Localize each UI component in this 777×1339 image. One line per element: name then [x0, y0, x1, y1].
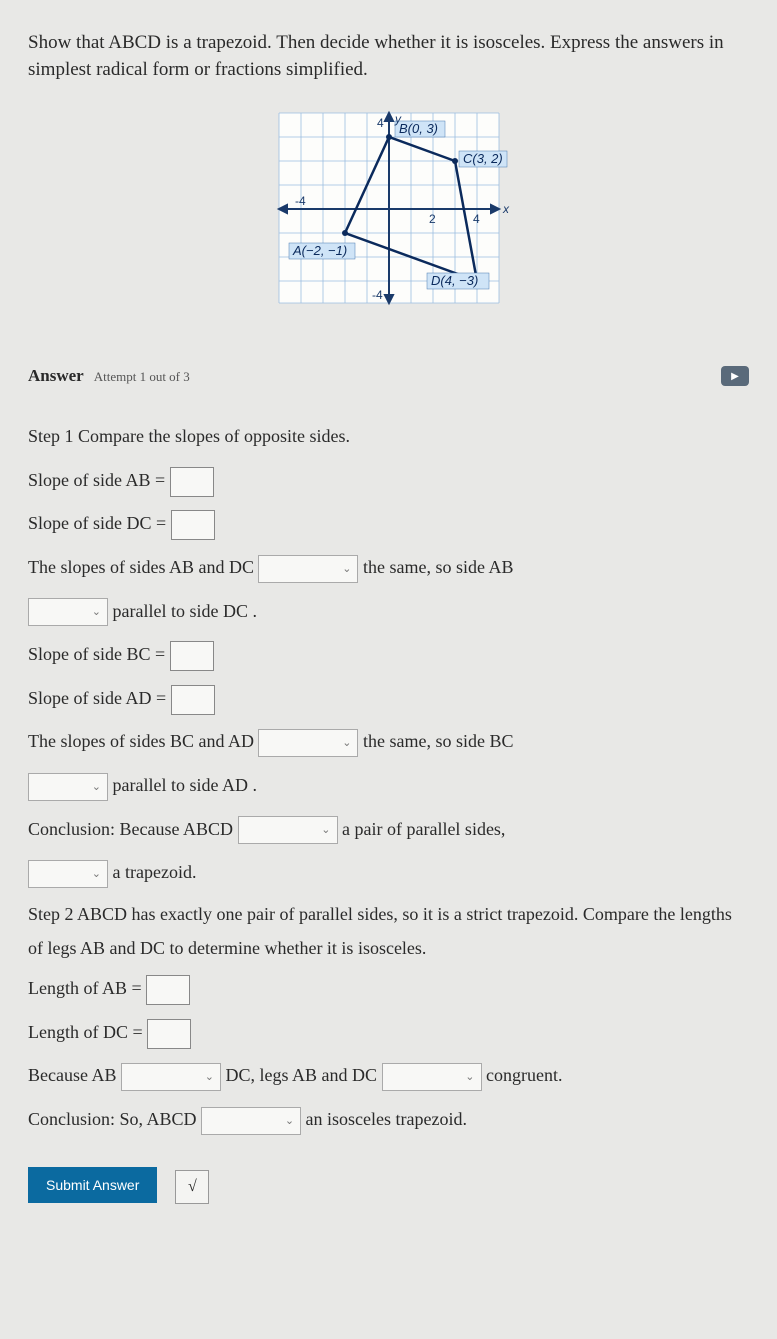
slope-ad-input[interactable]	[171, 685, 215, 715]
because-post: congruent.	[486, 1065, 562, 1085]
coordinate-graph: B(0, 3) C(3, 2) A(−2, −1) D(4, −3) 4 -4 …	[259, 103, 519, 313]
cmp1-pre: The slopes of sides AB and DC	[28, 557, 254, 577]
submit-button[interactable]: Submit Answer	[28, 1167, 157, 1203]
slope-bc-input[interactable]	[170, 641, 214, 671]
sqrt-button[interactable]: √	[175, 1170, 209, 1204]
concl1-pre: Conclusion: Because ABCD	[28, 819, 233, 839]
video-icon[interactable]: ▶	[721, 366, 749, 386]
concl1-select[interactable]: ⌄	[238, 816, 338, 844]
answer-label: Answer	[28, 366, 84, 385]
chevron-down-icon: ⌄	[92, 862, 101, 886]
cmp2-select[interactable]: ⌄	[258, 729, 358, 757]
point-c-label: C(3, 2)	[463, 151, 503, 166]
tick-y-top: 4	[377, 116, 384, 130]
tick-x-2: 2	[429, 212, 436, 226]
slope-ab-input[interactable]	[170, 467, 214, 497]
chevron-down-icon: ⌄	[342, 557, 351, 581]
because-mid: DC, legs AB and DC	[225, 1065, 377, 1085]
cmp2-post: the same, so side BC	[363, 731, 514, 751]
chevron-down-icon: ⌄	[285, 1109, 294, 1133]
step2-intro: Step 2 ABCD has exactly one pair of para…	[28, 897, 749, 965]
because-pre: Because AB	[28, 1065, 116, 1085]
concl2-pre: Conclusion: So, ABCD	[28, 1109, 197, 1129]
slope-dc-input[interactable]	[171, 510, 215, 540]
concl1-post: a trapezoid.	[113, 862, 197, 882]
tick-x-4: 4	[473, 212, 480, 226]
tick-y-bottom: -4	[372, 288, 383, 302]
axis-x-label: x	[502, 202, 510, 216]
concl1b-select[interactable]: ⌄	[28, 860, 108, 888]
point-d-label: D(4, −3)	[431, 273, 478, 288]
par2-select[interactable]: ⌄	[28, 773, 108, 801]
graph-container: B(0, 3) C(3, 2) A(−2, −1) D(4, −3) 4 -4 …	[28, 103, 749, 313]
chevron-down-icon: ⌄	[342, 731, 351, 755]
attempt-counter: Attempt 1 out of 3	[94, 369, 190, 384]
chevron-down-icon: ⌄	[92, 600, 101, 624]
slope-ab-label: Slope of side AB =	[28, 470, 165, 490]
concl2-select[interactable]: ⌄	[201, 1107, 301, 1135]
chevron-down-icon: ⌄	[205, 1065, 214, 1089]
par2-text: parallel to side AD .	[113, 775, 257, 795]
slope-ad-label: Slope of side AD =	[28, 688, 166, 708]
slope-bc-label: Slope of side BC =	[28, 644, 165, 664]
concl1-mid: a pair of parallel sides,	[342, 819, 505, 839]
par1-text: parallel to side DC .	[113, 601, 257, 621]
len-ab-input[interactable]	[146, 975, 190, 1005]
chevron-down-icon: ⌄	[92, 775, 101, 799]
len-dc-label: Length of DC =	[28, 1022, 143, 1042]
axis-y-label: y	[394, 112, 402, 126]
chevron-down-icon: ⌄	[321, 818, 330, 842]
len-dc-input[interactable]	[147, 1019, 191, 1049]
question-text: Show that ABCD is a trapezoid. Then deci…	[28, 30, 749, 83]
because-select2[interactable]: ⌄	[382, 1063, 482, 1091]
par1-select[interactable]: ⌄	[28, 598, 108, 626]
len-ab-label: Length of AB =	[28, 978, 142, 998]
tick-x-left: -4	[295, 194, 306, 208]
slope-dc-label: Slope of side DC =	[28, 513, 166, 533]
cmp1-select[interactable]: ⌄	[258, 555, 358, 583]
concl2-post: an isosceles trapezoid.	[306, 1109, 467, 1129]
step1-title: Step 1 Compare the slopes of opposite si…	[28, 417, 749, 457]
point-b-label: B(0, 3)	[399, 121, 438, 136]
cmp1-post: the same, so side AB	[363, 557, 514, 577]
point-a-label: A(−2, −1)	[292, 243, 347, 258]
because-select1[interactable]: ⌄	[121, 1063, 221, 1091]
chevron-down-icon: ⌄	[465, 1065, 474, 1089]
cmp2-pre: The slopes of sides BC and AD	[28, 731, 254, 751]
